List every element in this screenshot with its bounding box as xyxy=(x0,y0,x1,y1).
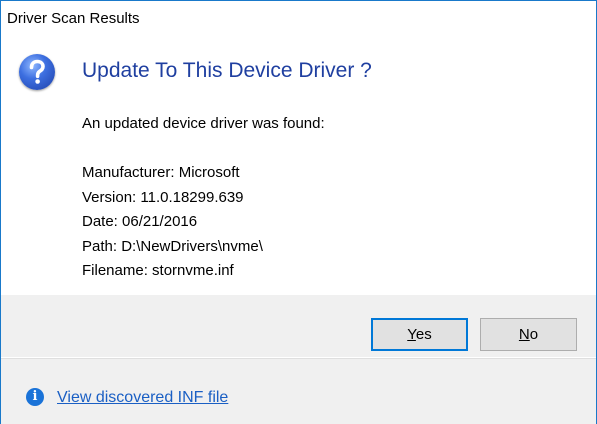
detail-date: Date: 06/21/2016 xyxy=(82,213,198,230)
intro-text: An updated device driver was found: xyxy=(82,115,325,132)
no-button[interactable]: No xyxy=(480,318,577,351)
window-title: Driver Scan Results xyxy=(7,10,140,27)
detail-version: Version: 11.0.18299.639 xyxy=(82,188,244,206)
yes-label-rest: es xyxy=(415,326,432,343)
question-icon xyxy=(19,54,55,90)
no-access-key: N xyxy=(518,326,530,343)
footer: i View discovered INF file xyxy=(1,358,596,424)
no-label-rest: o xyxy=(529,326,539,343)
yes-access-key: Y xyxy=(407,326,416,343)
yes-button[interactable]: Yes xyxy=(371,318,468,351)
dialog-heading: Update To This Device Driver ? xyxy=(82,59,372,82)
button-bar: Yes No xyxy=(1,295,596,357)
dialog-content: Update To This Device Driver ? An update… xyxy=(1,39,596,295)
detail-path: Path: D:\NewDrivers\nvme\ xyxy=(82,237,263,255)
title-bar[interactable]: Driver Scan Results xyxy=(1,1,596,39)
view-inf-link[interactable]: View discovered INF file xyxy=(57,389,228,407)
info-icon: i xyxy=(26,388,44,406)
detail-filename: Filename: stornvme.inf xyxy=(82,262,234,279)
driver-details: Manufacturer: Microsoft Version: 11.0.18… xyxy=(82,161,263,284)
detail-manufacturer: Manufacturer: Microsoft xyxy=(82,164,240,181)
dialog-window: Driver Scan Results Update To This Devic… xyxy=(0,0,597,424)
